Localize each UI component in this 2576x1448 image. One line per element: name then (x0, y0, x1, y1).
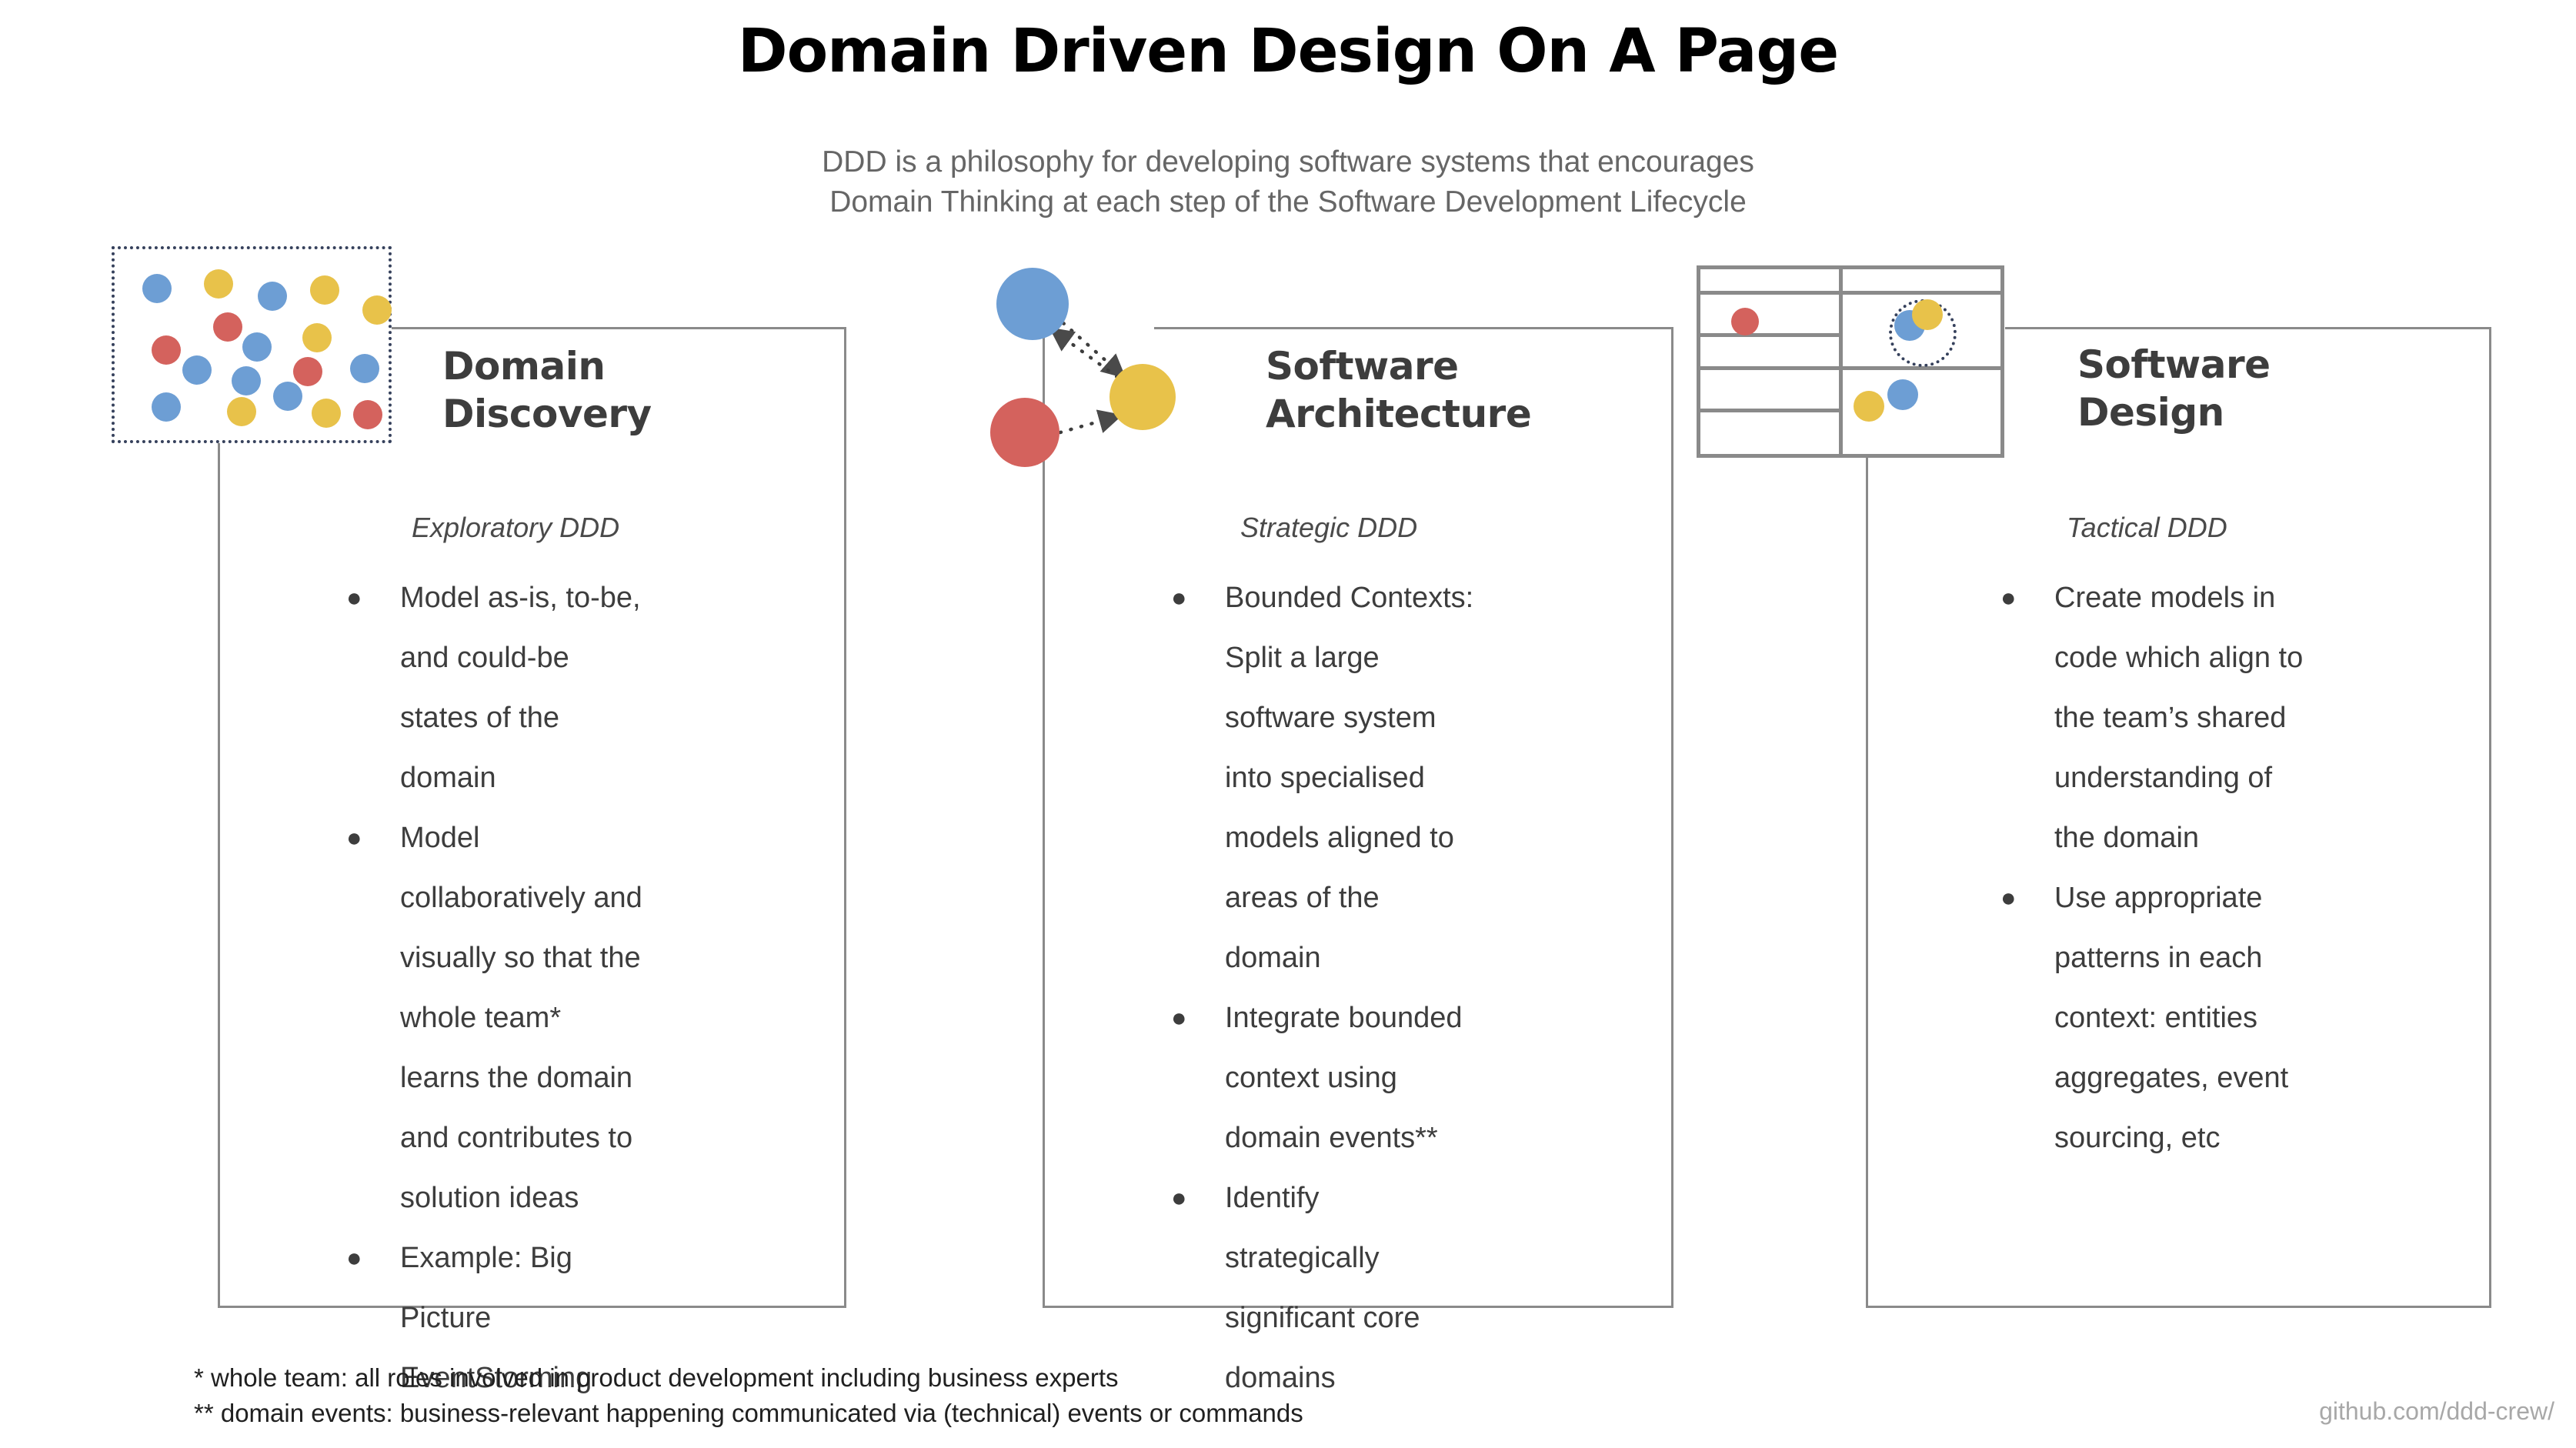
attribution-link[interactable]: github.com/ddd-crew/ (2319, 1397, 2554, 1426)
bullet-marker: ● (1993, 568, 2054, 868)
card3-subtitle: Tactical DDD (2067, 512, 2227, 544)
model-element-dot (1854, 391, 1884, 422)
bullet-marker: ● (1993, 868, 2054, 1168)
code-table-diagram (1697, 265, 2004, 458)
card3-border-top (2005, 327, 2491, 329)
model-element-dot (1912, 299, 1943, 330)
bullet-text: Use appropriate patterns in each context… (2054, 868, 2316, 1168)
list-item: ● Use appropriate patterns in each conte… (1993, 868, 2316, 1168)
card3-title-line1: Software (2077, 342, 2271, 387)
footnote-domain-events: ** domain events: business-relevant happ… (194, 1396, 1303, 1431)
table-circles (1697, 265, 2004, 458)
model-element-dot (1887, 379, 1918, 410)
card3-title: Software Design (2077, 341, 2447, 436)
card3-bullets: ● Create models in code which align to t… (1993, 568, 2316, 1168)
poster-canvas: Domain Driven Design On A Page DDD is a … (0, 0, 2576, 1448)
model-element-dot (1731, 308, 1759, 335)
footnote-whole-team: * whole team: all roles involved in prod… (194, 1360, 1303, 1396)
card3-title-line2: Design (2077, 390, 2224, 435)
card3-border-bottom (1866, 1306, 2491, 1308)
footnotes: * whole team: all roles involved in prod… (194, 1360, 1303, 1431)
list-item: ● Create models in code which align to t… (1993, 568, 2316, 868)
card3-border-right (2489, 327, 2491, 1308)
bullet-text: Create models in code which align to the… (2054, 568, 2316, 868)
card3-border-left (1866, 458, 1868, 1308)
